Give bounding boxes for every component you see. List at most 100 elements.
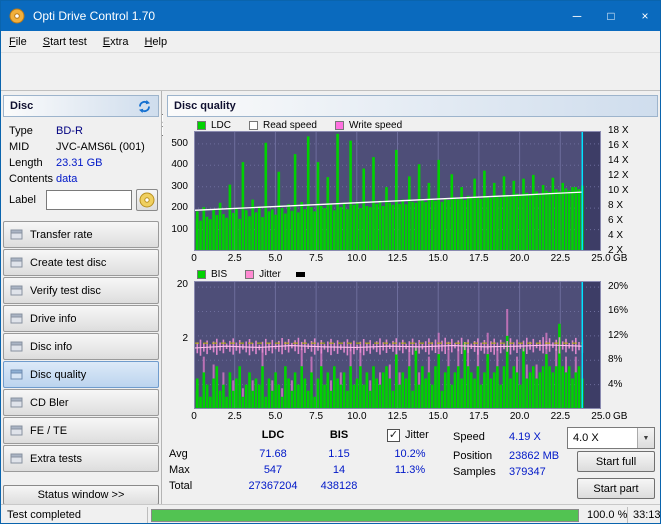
samples-value: 379347 (509, 466, 546, 478)
status-bar: Test completed 100.0 % 33:13 (1, 504, 660, 523)
max-jitter-value: 11.3% (394, 464, 426, 476)
quality-speed-select[interactable]: 4.0 X ▼ (567, 427, 655, 449)
sidebar-item-drive-info[interactable]: Drive info (3, 305, 159, 332)
window-title: Opti Drive Control 1.70 (33, 9, 156, 23)
quality-speed-value: 4.0 X (573, 432, 599, 444)
sidebar-item-label: CD Bler (30, 396, 69, 409)
disc-quality-icon (10, 369, 23, 380)
refresh-disc-icon[interactable] (137, 99, 152, 114)
disc-quality-header: Disc quality (167, 95, 658, 117)
disc-quality-title: Disc quality (174, 100, 236, 112)
x-axis-label: 10.0 (347, 253, 367, 264)
cd-bler-icon (10, 397, 23, 408)
mid-label: MID (9, 141, 30, 153)
y-axis-label: 8% (608, 354, 623, 366)
ldc-chart-x-axis: 0 2.5 5.0 7.5 10.0 12.5 15.0 17.5 20.0 22.5 25.0 GB (191, 253, 660, 266)
menu-help[interactable]: Help (136, 33, 175, 51)
contents-value[interactable]: data (56, 173, 77, 185)
jitter-checkbox-label[interactable]: Jitter (405, 429, 429, 444)
label-input[interactable] (46, 190, 132, 210)
menu-file[interactable]: File (1, 33, 35, 51)
y-axis-label: 100 (171, 223, 188, 235)
disc-panel-header: Disc (3, 95, 159, 117)
type-label: Type (9, 125, 33, 137)
legend-marker (295, 272, 305, 277)
max-bis-value: 14 (332, 464, 346, 476)
x-axis-label: 17.5 (469, 411, 489, 422)
ldc-chart (192, 131, 601, 251)
extra-tests-icon (10, 453, 23, 464)
field-mid: MID JVC-AMS6L (001) (9, 141, 159, 157)
x-axis-label: 2.5 (227, 411, 242, 422)
sidebar-item-label: FE / TE (30, 424, 68, 437)
x-axis-label: 22.5 (550, 411, 571, 422)
x-axis-label: 7.5 (309, 253, 324, 264)
sidebar-item-label: Create test disc (30, 256, 107, 269)
bis-chart-x-axis: 0 2.5 5.0 7.5 10.0 12.5 15.0 17.5 20.0 22.5 25.0 GB (191, 411, 660, 424)
y-axis-label: 16% (608, 305, 629, 317)
y-axis-label: 200 (171, 202, 188, 214)
disc-panel-title: Disc (10, 100, 34, 112)
x-axis-label: 5.0 (268, 253, 283, 264)
sidebar-item-verify-test-disc[interactable]: Verify test disc (3, 277, 159, 304)
total-ldc-value: 27367204 (248, 480, 298, 492)
minimize-button[interactable]: ─ (560, 1, 594, 31)
y-axis-label: 12% (608, 329, 629, 341)
transfer-rate-icon (10, 229, 23, 240)
y-axis-label: 500 (171, 137, 188, 149)
main-panel: Disc quality LDC Read speed Write speed … (163, 91, 660, 504)
avg-jitter-value: 10.2% (394, 448, 426, 460)
sidebar-item-disc-quality[interactable]: Disc quality (3, 361, 159, 388)
write-speed-swatch (334, 121, 344, 130)
read-speed-legend-label: Read speed (263, 120, 317, 131)
sidebar-item-extra-tests[interactable]: Extra tests (3, 445, 159, 472)
sidebar-item-cd-bler[interactable]: CD Bler (3, 389, 159, 416)
x-axis-unit: GB (613, 411, 628, 422)
menu-extra[interactable]: Extra (95, 33, 137, 51)
avg-ldc-value: 71.68 (259, 448, 287, 460)
label-label: Label (9, 194, 36, 206)
sidebar-item-label: Transfer rate (30, 228, 93, 241)
start-full-button[interactable]: Start full (577, 451, 655, 472)
sidebar-item-create-test-disc[interactable]: Create test disc (3, 249, 159, 276)
x-axis-label: 5.0 (268, 411, 283, 422)
y-axis-label: 10 X (608, 185, 629, 196)
bis-legend-label: BIS (211, 269, 228, 280)
y-axis-label: 4 X (608, 230, 624, 241)
contents-label: Contents (9, 173, 54, 185)
bis-swatch (197, 270, 206, 279)
x-axis-label: 15.0 (428, 253, 448, 264)
menu-start-test[interactable]: Start test (35, 33, 95, 51)
progress-percent: 100.0 % (587, 509, 628, 521)
y-axis-label: 300 (171, 180, 188, 192)
start-part-button[interactable]: Start part (577, 478, 655, 499)
sidebar-item-label: Verify test disc (30, 284, 101, 297)
x-axis-label: 12.5 (387, 253, 408, 264)
drive-info-icon (10, 313, 23, 324)
sidebar-item-disc-info[interactable]: Disc info (3, 333, 159, 360)
field-contents: Contents data (9, 173, 159, 189)
write-label-button[interactable] (136, 189, 158, 211)
sidebar-item-fe-te[interactable]: FE / TE (3, 417, 159, 444)
jitter-checkbox[interactable] (387, 429, 400, 442)
chevron-down-icon[interactable]: ▼ (637, 428, 654, 448)
disc-label-icon (139, 192, 155, 208)
sidebar-item-transfer-rate[interactable]: Transfer rate (3, 221, 159, 248)
ldc-legend-label: LDC (211, 120, 232, 131)
speed-stat-value: 4.19 X (509, 431, 541, 443)
x-axis-label: 22.5 (550, 253, 571, 264)
y-axis-label: 16 X (608, 140, 629, 151)
status-window-button[interactable]: Status window >> (3, 485, 159, 505)
create-test-disc-icon (10, 257, 23, 268)
y-axis-label: 2 (182, 332, 188, 344)
ldc-chart-y-left-axis: 500 400 300 200 100 (163, 131, 191, 251)
length-value: 23.31 GB (56, 157, 103, 169)
close-button[interactable]: × (628, 1, 660, 31)
maximize-button[interactable]: □ (594, 1, 628, 31)
ldc-column-header: LDC (261, 429, 285, 441)
y-axis-label: 4% (608, 378, 623, 390)
status-text: Test completed (7, 509, 81, 521)
disc-info-icon (10, 341, 23, 352)
verify-test-disc-icon (10, 285, 23, 296)
sidebar-item-label: Disc info (30, 340, 73, 353)
